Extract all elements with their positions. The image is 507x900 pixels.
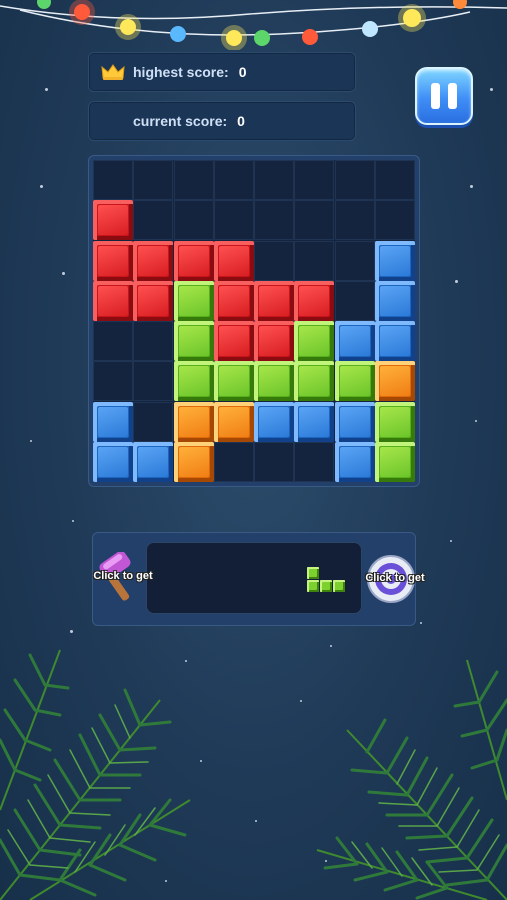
christmas-lights-garland (0, 0, 507, 50)
orange-block (374, 361, 415, 402)
red-block (133, 280, 174, 321)
green-block (294, 321, 335, 361)
board-cell[interactable] (294, 200, 335, 241)
board-cell[interactable] (133, 401, 174, 442)
blue-block (374, 321, 415, 361)
next-piece-block[interactable] (333, 580, 345, 592)
orange-block (173, 441, 214, 482)
pause-icon (431, 83, 440, 109)
board-cell[interactable] (133, 200, 174, 241)
board-cell[interactable] (93, 321, 133, 361)
red-block (254, 280, 294, 321)
red-block (133, 240, 174, 281)
blue-block (93, 401, 133, 442)
target-tool-label: Click to get (365, 572, 425, 584)
highest-score-panel: highest score: 0 (88, 52, 356, 92)
red-block (93, 280, 133, 321)
green-block (213, 361, 254, 402)
current-score-panel: current score: 0 (88, 101, 356, 141)
board-grid[interactable] (93, 160, 415, 482)
board-cell[interactable] (334, 280, 375, 321)
board-cell[interactable] (294, 240, 335, 281)
red-block (173, 240, 214, 281)
board-cell[interactable] (254, 441, 294, 482)
board-cell[interactable] (294, 160, 335, 200)
next-piece-slot[interactable] (146, 542, 362, 614)
blue-block (93, 441, 133, 482)
board-cell[interactable] (374, 160, 415, 200)
red-block (294, 280, 335, 321)
red-block (93, 200, 133, 241)
red-block (93, 240, 133, 281)
board-cell[interactable] (254, 240, 294, 281)
board-cell[interactable] (213, 441, 254, 482)
green-block (294, 361, 335, 402)
pine-branch-right (316, 659, 507, 900)
board-cell[interactable] (294, 441, 335, 482)
current-score-label: current score: (133, 113, 228, 129)
board-cell[interactable] (173, 200, 214, 241)
board-cell[interactable] (254, 200, 294, 241)
board-cell[interactable] (133, 361, 174, 402)
green-block (173, 321, 214, 361)
pine-branch-left (0, 649, 191, 900)
blue-block (374, 280, 415, 321)
green-block (334, 361, 375, 402)
board-cell[interactable] (133, 160, 174, 200)
blue-block (334, 401, 375, 442)
highest-score-value: 0 (238, 64, 247, 80)
orange-block (213, 401, 254, 442)
blue-block (334, 441, 375, 482)
green-block (173, 280, 214, 321)
highest-score-label: highest score: (133, 64, 229, 80)
hammer-tool-button[interactable]: Click to get (93, 550, 153, 602)
orange-block (173, 401, 214, 442)
blue-block (294, 401, 335, 442)
blue-block (133, 441, 174, 482)
blue-block (374, 240, 415, 281)
current-score-value: 0 (237, 113, 245, 129)
hammer-tool-label: Click to get (93, 570, 153, 582)
blue-block (254, 401, 294, 442)
board-cell[interactable] (93, 160, 133, 200)
board-cell[interactable] (374, 200, 415, 241)
blue-block (334, 321, 375, 361)
crown-icon (101, 63, 129, 81)
green-block (254, 361, 294, 402)
board-cell[interactable] (133, 321, 174, 361)
green-block (173, 361, 214, 402)
next-piece-block[interactable] (320, 580, 332, 592)
board-cell[interactable] (213, 160, 254, 200)
next-piece-block[interactable] (307, 580, 319, 592)
pause-button[interactable] (415, 67, 473, 125)
board-cell[interactable] (93, 361, 133, 402)
board-cell[interactable] (213, 200, 254, 241)
red-block (213, 240, 254, 281)
red-block (213, 280, 254, 321)
green-block (374, 401, 415, 442)
board-cell[interactable] (254, 160, 294, 200)
board-cell[interactable] (334, 200, 375, 241)
red-block (213, 321, 254, 361)
game-board (88, 155, 420, 487)
board-cell[interactable] (173, 160, 214, 200)
next-piece-block[interactable] (307, 567, 319, 579)
board-cell[interactable] (334, 160, 375, 200)
green-block (374, 441, 415, 482)
target-tool-button[interactable]: Click to get (365, 554, 425, 604)
board-cell[interactable] (334, 240, 375, 281)
red-block (254, 321, 294, 361)
